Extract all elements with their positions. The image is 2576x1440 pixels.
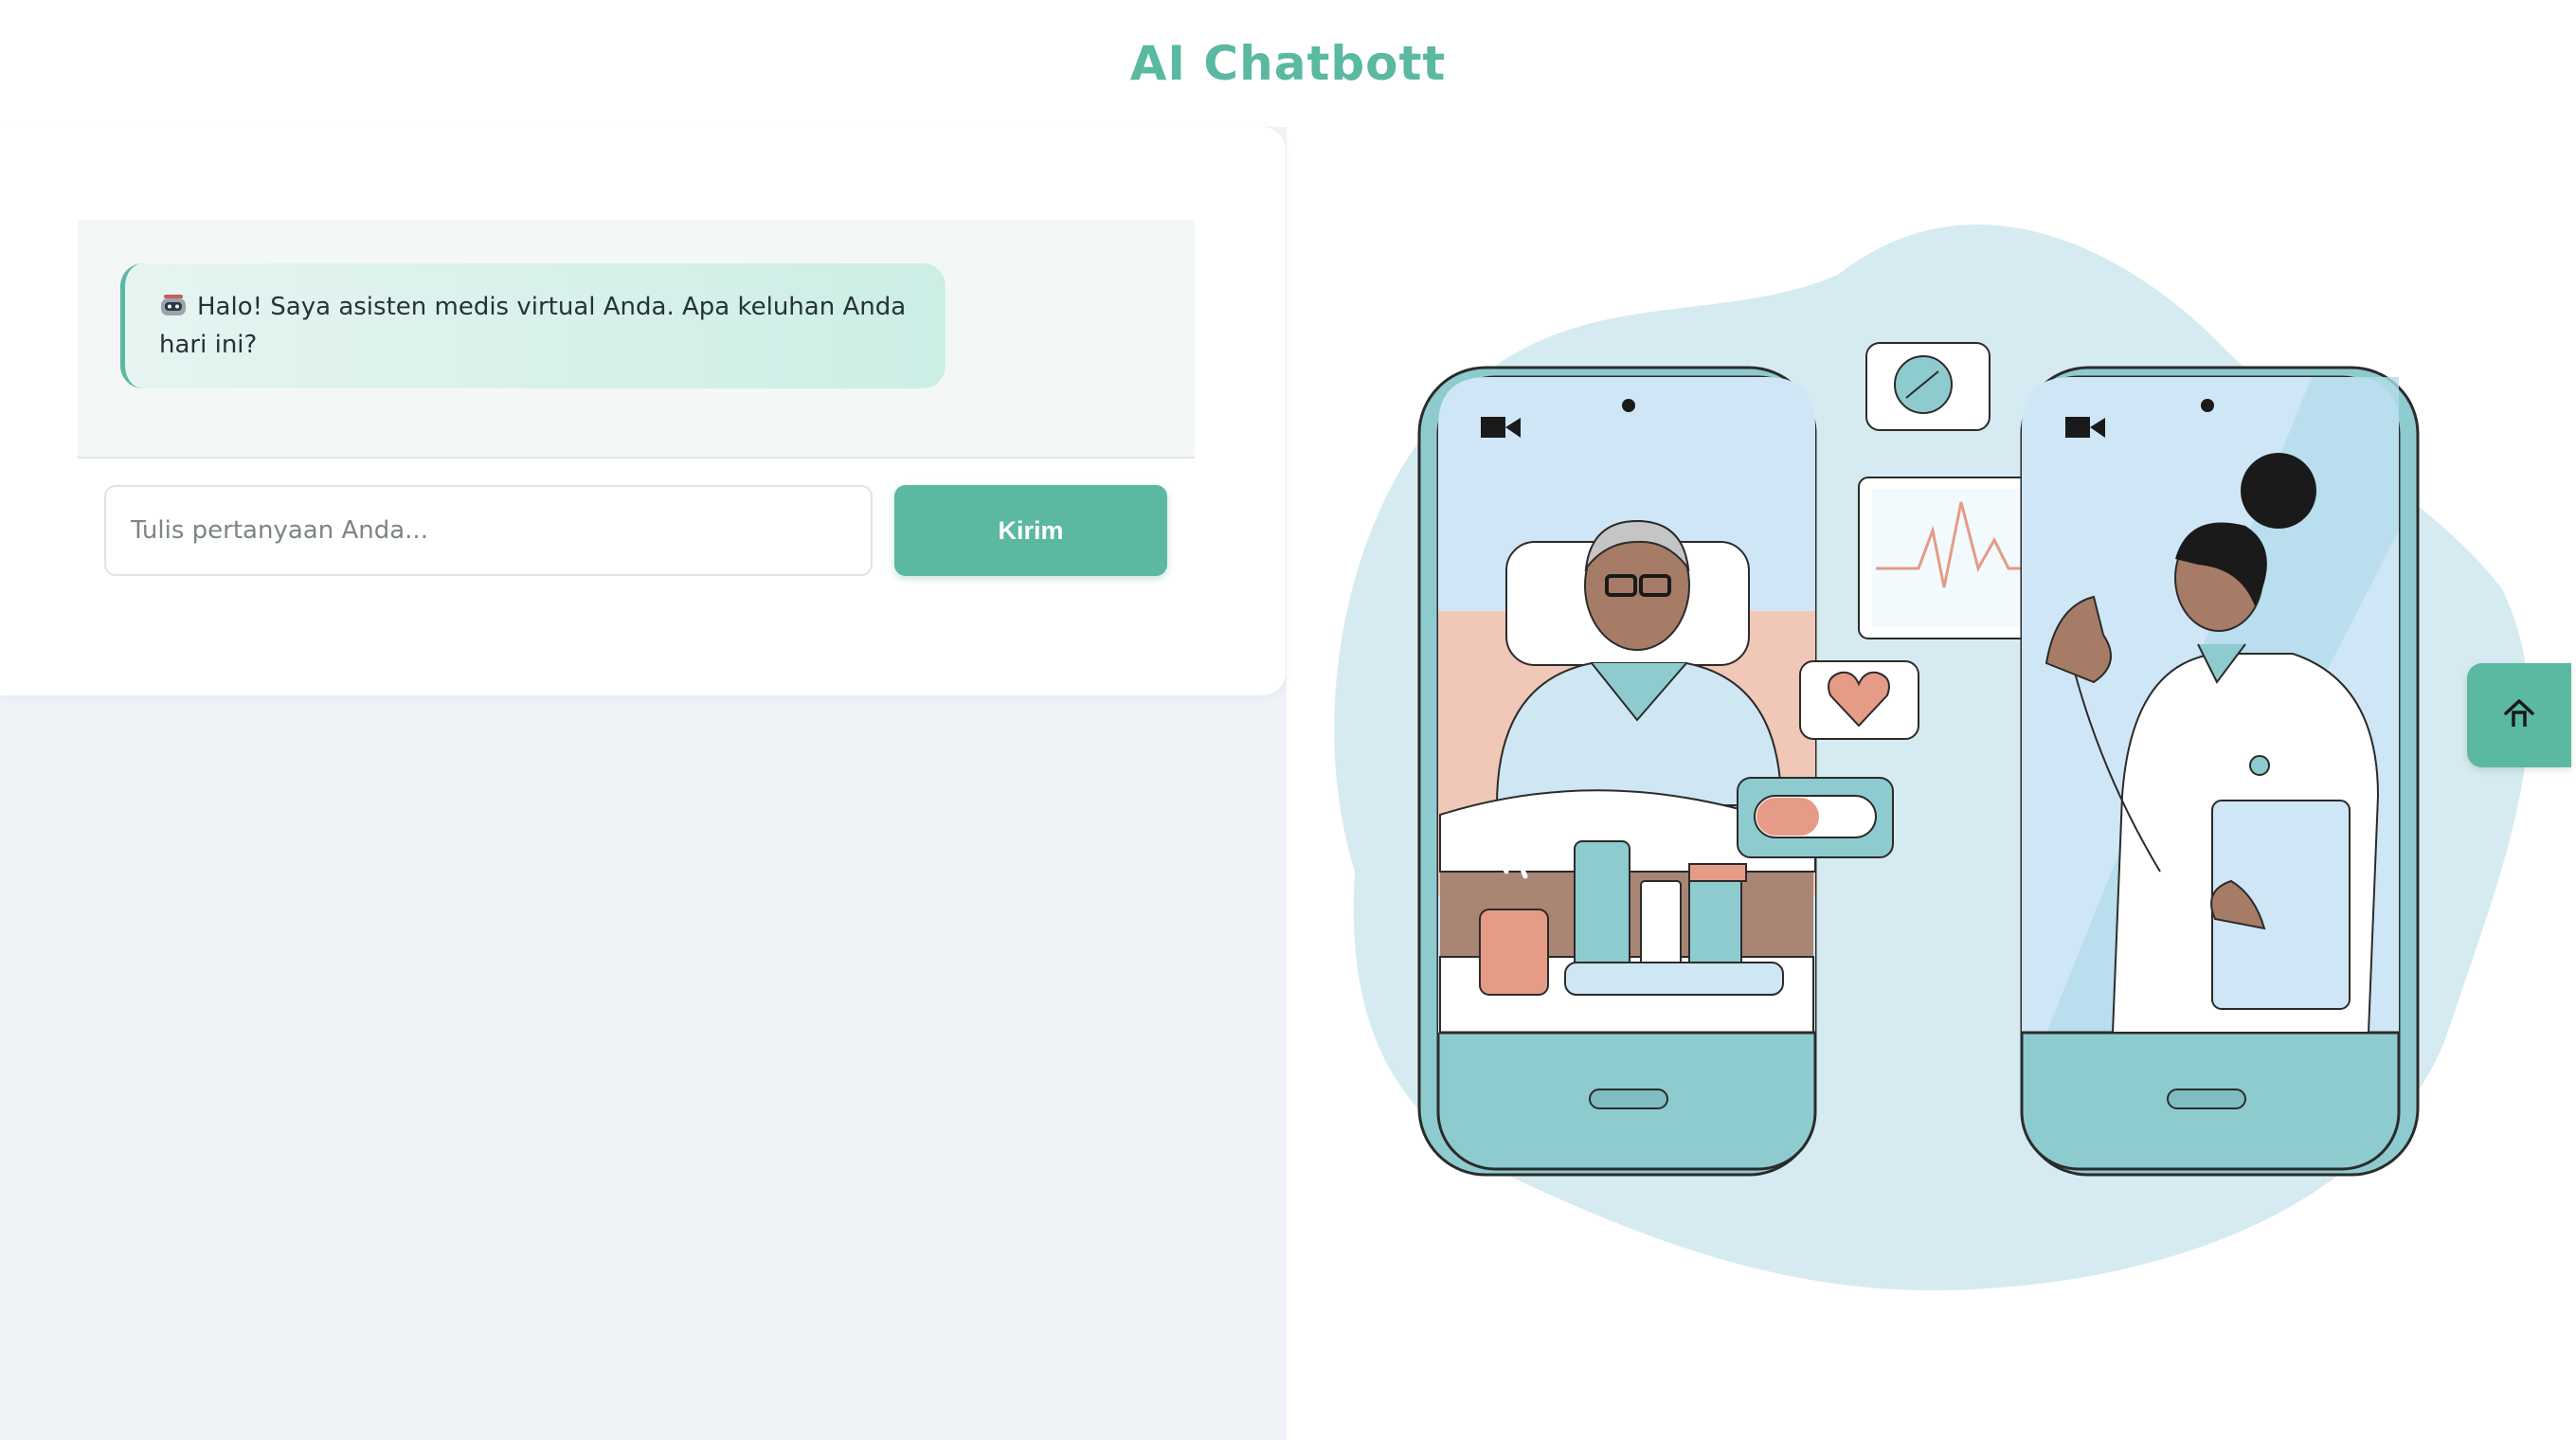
home-icon xyxy=(2501,695,2537,736)
telemedicine-illustration xyxy=(1334,225,2530,1291)
page-title: AI Chatbott xyxy=(1129,36,1447,91)
pill-bubble xyxy=(1865,342,1991,431)
home-button[interactable] xyxy=(2467,663,2571,767)
right-phone xyxy=(2020,366,2420,1177)
bot-message-bubble: Halo! Saya asisten medis virtual Anda. A… xyxy=(120,263,946,388)
toggle-bubble xyxy=(1737,777,1894,858)
bot-message-text: Halo! Saya asisten medis virtual Anda. A… xyxy=(159,293,907,359)
heart-bubble xyxy=(1799,660,1919,740)
send-button[interactable]: Kirim xyxy=(894,485,1167,576)
left-phone xyxy=(1417,366,1817,1177)
robot-icon xyxy=(159,291,188,315)
header: AI Chatbott xyxy=(0,0,2576,127)
chat-input[interactable] xyxy=(104,485,873,576)
